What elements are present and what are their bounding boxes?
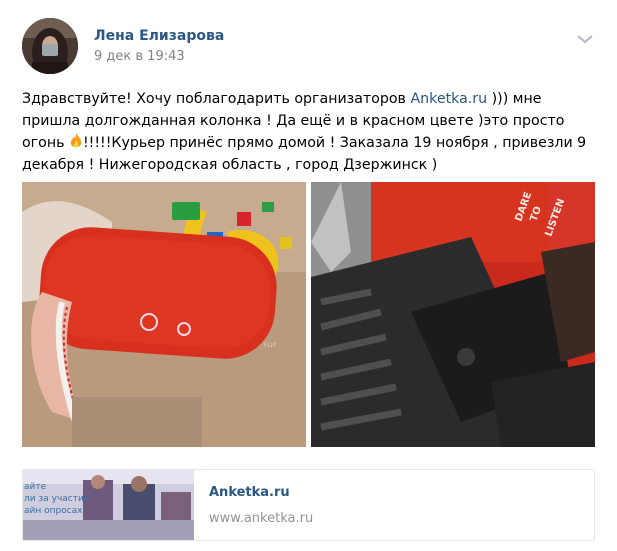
speaker-brand-text: FLIP bbox=[264, 342, 277, 349]
box-photo-image: DARE TO LISTEN bbox=[311, 182, 595, 447]
post-photo-speaker[interactable]: FLIP bbox=[22, 182, 306, 447]
author-avatar[interactable] bbox=[22, 18, 78, 74]
thumbnail-text: айн опросах bbox=[24, 506, 83, 516]
speaker-photo-image: FLIP bbox=[22, 182, 306, 447]
post-photo-box[interactable]: DARE TO LISTEN bbox=[311, 182, 595, 447]
post-text-part: !!!!!Курьер принёс прямо домой ! Заказал… bbox=[22, 135, 587, 173]
link-thumbnail: айте ли за участие айн опросах bbox=[23, 470, 194, 540]
post-link[interactable]: Anketka.ru bbox=[410, 91, 487, 107]
link-title[interactable]: Anketka.ru bbox=[209, 485, 290, 500]
link-snippet[interactable]: айте ли за участие айн опросах Anketka.r… bbox=[22, 469, 595, 541]
post-date[interactable]: 9 дек в 19:43 bbox=[94, 49, 185, 64]
thumbnail-text: ли за участие bbox=[24, 494, 90, 504]
fire-icon bbox=[69, 133, 83, 149]
thumbnail-image bbox=[23, 470, 194, 540]
post-text-part: Здравствуйте! Хочу поблагодарить организ… bbox=[22, 91, 411, 107]
link-url: www.anketka.ru bbox=[209, 511, 314, 526]
post-text: Здравствуйте! Хочу поблагодарить организ… bbox=[22, 88, 597, 176]
wall-post: Лена Елизарова 9 дек в 19:43 Здравствуйт… bbox=[0, 0, 617, 551]
chevron-down-icon[interactable] bbox=[576, 30, 594, 44]
author-name[interactable]: Лена Елизарова bbox=[94, 28, 224, 44]
avatar-photo bbox=[22, 18, 78, 74]
thumbnail-text: айте bbox=[24, 482, 47, 492]
